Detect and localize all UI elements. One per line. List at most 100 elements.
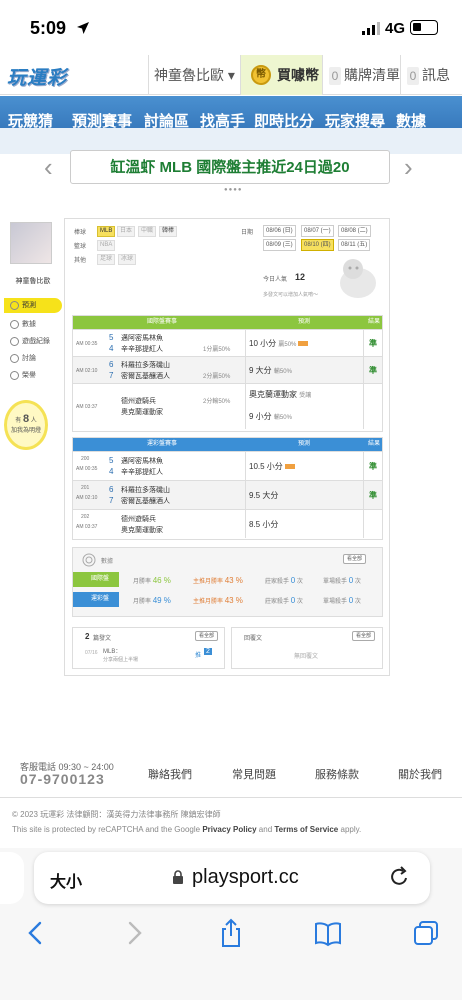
pick-pct: 輸50% xyxy=(273,369,292,375)
date-0810[interactable]: 08/10 (四) xyxy=(301,239,334,251)
terms-link[interactable]: Terms of Service xyxy=(274,825,338,834)
banner-next-icon[interactable]: › xyxy=(404,152,413,183)
messages-button[interactable]: 0 訊息 xyxy=(400,55,462,95)
privacy-link[interactable]: Privacy Policy xyxy=(202,825,256,834)
pick-value: 10 小分 xyxy=(249,339,277,348)
today-popularity-label: 今日人氣 xyxy=(263,277,288,283)
target-icon xyxy=(82,553,96,567)
game-time: AM 03:37 xyxy=(76,404,98,410)
table-row[interactable]: AM 03:37 德州遊騎兵 奧克蘭運動家 2分輸50% 奧克蘭運動家 受讓 9… xyxy=(73,383,382,429)
footer-link-faq[interactable]: 常見問題 xyxy=(232,766,276,782)
filter-label-baseball: 棒球 xyxy=(74,230,87,236)
date-0809[interactable]: 08/09 (三) xyxy=(263,239,296,251)
site-logo[interactable]: 玩運彩 xyxy=(7,63,67,90)
date-0808[interactable]: 08/08 (二) xyxy=(338,225,371,237)
filter-japan[interactable]: 日本 xyxy=(117,226,136,237)
sidebar-item-label: 遊戲紀錄 xyxy=(22,338,50,345)
sidebar-item-discuss[interactable]: 討論 xyxy=(4,351,62,366)
sidebar-item-records[interactable]: 遊戲紀錄 xyxy=(4,334,62,349)
avatar[interactable] xyxy=(10,222,52,264)
filter-soccer[interactable]: 足球 xyxy=(97,254,116,265)
date-0806[interactable]: 08/06 (日) xyxy=(263,225,296,237)
messages-label: 訊息 xyxy=(422,67,450,83)
away-team: 德州遊騎兵 xyxy=(121,516,156,523)
stat-value: 43 % xyxy=(224,576,243,585)
footer-link-about[interactable]: 關於我們 xyxy=(398,766,442,782)
previous-tab-edge[interactable] xyxy=(0,852,24,904)
target-icon xyxy=(10,301,19,310)
stat-main: 主推月勝率 43 % xyxy=(193,596,243,605)
col-divider xyxy=(363,384,364,429)
fans-bulb[interactable]: 有 8 人 加我為明燈 xyxy=(4,400,48,450)
game-time: AM 00:35 xyxy=(76,466,98,472)
table-row[interactable]: AM 02:10 6 7 科羅拉多落磯山 密爾瓦基釀酒人 2分贏50% 9 大分… xyxy=(73,356,382,383)
home-team: 辛辛那提紅人 xyxy=(121,346,163,353)
url-text[interactable]: playsport.cc xyxy=(192,866,299,889)
post-like-count: 2 xyxy=(204,648,212,655)
table-row[interactable]: 202 AM 03:37 德州遊騎兵 奧克蘭運動家 8.5 小分 xyxy=(73,509,382,538)
hot-badge-icon xyxy=(284,464,295,470)
game-id: 202 xyxy=(81,514,90,520)
table-row[interactable]: AM 00:35 5 4 邁阿密馬林魚 辛辛那提紅人 1分贏50% 10 小分 … xyxy=(73,329,382,356)
post-subtitle: 分享兩個上半場 xyxy=(103,657,139,663)
captcha-and: and xyxy=(256,825,275,834)
away-team: 科羅拉多落磯山 xyxy=(121,487,170,494)
cart-button[interactable]: 0 購牌清單 xyxy=(322,55,400,95)
user-menu[interactable]: 神童魯比歐 ▾ xyxy=(148,55,240,95)
back-icon[interactable] xyxy=(22,918,50,948)
date-0807[interactable]: 08/07 (一) xyxy=(301,225,334,237)
battery-icon xyxy=(410,20,438,35)
away-team: 邁阿密馬林魚 xyxy=(121,458,163,465)
table-row[interactable]: 201 AM 02:10 6 7 科羅拉多落磯山 密爾瓦基釀酒人 9.5 大分 … xyxy=(73,480,382,509)
chevron-down-icon: ▾ xyxy=(227,67,235,83)
stat-label: 月勝率 xyxy=(133,599,152,605)
footer-link-contact[interactable]: 聯絡我們 xyxy=(148,766,192,782)
text-size-button[interactable]: 大小 xyxy=(50,868,82,892)
popularity-hint: 多發文可以增加人氣唷～ xyxy=(263,292,319,298)
address-bar[interactable]: 大小 playsport.cc xyxy=(34,852,430,904)
stat-unit: 次 xyxy=(354,599,361,605)
post-title[interactable]: MLB： xyxy=(103,646,121,655)
stat-value: 0 xyxy=(348,596,354,605)
result-badge: 準 xyxy=(369,462,377,471)
stat-kill: 莊家殺手 0 次 xyxy=(265,576,303,585)
table-row[interactable]: 200 AM 00:35 5 4 邁阿密馬林魚 辛辛那提紅人 10.5 小分 準 xyxy=(73,451,382,480)
share-icon[interactable] xyxy=(217,918,245,948)
footer-divider xyxy=(0,797,462,798)
forward-icon[interactable] xyxy=(120,918,148,948)
reload-icon[interactable] xyxy=(390,866,410,888)
filter-cpbl[interactable]: 中職 xyxy=(138,226,157,237)
bookmarks-icon[interactable] xyxy=(314,918,342,948)
filter-kbo[interactable]: 韓棒 xyxy=(159,226,178,237)
tabs-icon[interactable] xyxy=(412,918,440,948)
footer-link-terms[interactable]: 服務條款 xyxy=(315,766,359,782)
pick-pct: 輸50% xyxy=(273,415,292,421)
sidebar-item-predict[interactable]: 預測 xyxy=(4,298,62,313)
filter-hockey[interactable]: 冰球 xyxy=(118,254,137,265)
prediction-panel: 棒球 MLB 日本 中職 韓棒 籃球 NBA 其他 足球 冰球 日期 08/06… xyxy=(64,218,390,676)
pick-pct: 受讓 xyxy=(299,393,312,399)
stat-value: 49 % xyxy=(152,596,171,605)
clock: 5:09 xyxy=(30,18,67,38)
sidebar-item-data[interactable]: 數據 xyxy=(4,317,62,332)
sidebar-item-honor[interactable]: 榮譽 xyxy=(4,368,62,383)
filter-mlb[interactable]: MLB xyxy=(97,226,116,237)
replies-more-button[interactable]: 看全部 xyxy=(352,631,376,641)
pick-pct: 贏50% xyxy=(278,342,297,348)
stat-unit: 次 xyxy=(354,579,361,585)
stats-lottery-tab[interactable]: 運彩盤 xyxy=(73,592,119,607)
stats-intl-tab[interactable]: 國際盤 xyxy=(73,572,119,587)
away-team: 科羅拉多落磯山 xyxy=(121,362,170,369)
posts-more-button[interactable]: 看全部 xyxy=(195,631,219,641)
game-id: 201 xyxy=(81,485,90,491)
filter-label-other: 其他 xyxy=(74,258,87,264)
col-divider xyxy=(245,510,246,538)
service-phone[interactable]: 07-9700123 xyxy=(20,771,105,787)
filter-nba[interactable]: NBA xyxy=(97,240,116,251)
col-divider xyxy=(245,357,246,383)
buy-coins-button[interactable]: 幣買噱幣 xyxy=(240,55,322,95)
promo-banner[interactable]: 缸溫虾 MLB 國際盤主推近24日過20 xyxy=(70,150,390,184)
post-like-label: 推 xyxy=(195,653,202,659)
stats-more-button[interactable]: 看全部 xyxy=(343,554,367,564)
banner-prev-icon[interactable]: ‹ xyxy=(44,152,53,183)
